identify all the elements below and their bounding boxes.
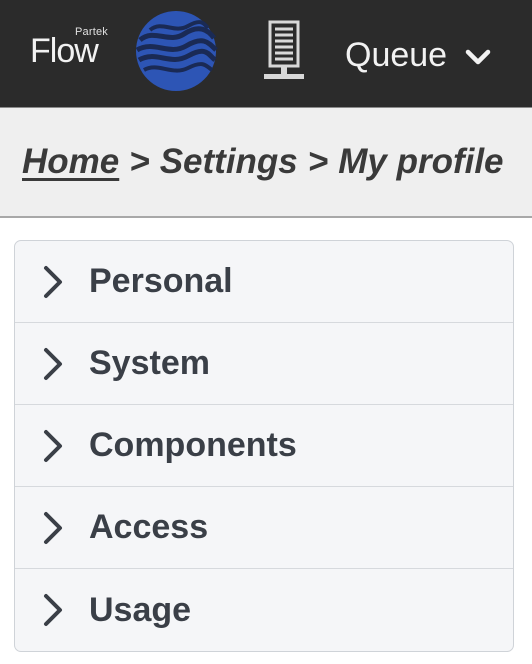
queue-dropdown[interactable]: Queue xyxy=(345,30,491,80)
chevron-right-icon xyxy=(41,510,65,546)
chevron-down-icon xyxy=(465,49,491,65)
accordion-item-components[interactable]: Components xyxy=(15,405,513,487)
chevron-right-icon xyxy=(41,428,65,464)
chevron-right-icon xyxy=(41,346,65,382)
chevron-right-icon xyxy=(41,264,65,300)
top-navbar: Partek Flow Queue xyxy=(0,0,532,108)
globe-logo-icon xyxy=(135,11,218,91)
breadcrumb-separator: > xyxy=(307,142,329,181)
accordion-item-label: Personal xyxy=(89,262,233,300)
partek-flow-logo[interactable]: Partek Flow xyxy=(30,10,220,92)
server-icon[interactable] xyxy=(262,20,306,82)
profile-settings-accordion: Personal System Components Access Usage xyxy=(14,240,514,652)
breadcrumb: Home > Settings > My profile xyxy=(22,142,504,182)
breadcrumb-bar: Home > Settings > My profile xyxy=(0,108,532,218)
accordion-item-label: Components xyxy=(89,426,297,464)
breadcrumb-current: My profile xyxy=(338,142,504,181)
chevron-right-icon xyxy=(41,592,65,628)
accordion-item-usage[interactable]: Usage xyxy=(15,569,513,651)
queue-label: Queue xyxy=(345,35,448,74)
breadcrumb-home-link[interactable]: Home xyxy=(22,142,119,181)
accordion-item-personal[interactable]: Personal xyxy=(15,241,513,323)
logo-flow-text: Flow xyxy=(30,32,99,70)
accordion-item-label: Access xyxy=(89,508,209,546)
accordion-item-access[interactable]: Access xyxy=(15,487,513,569)
breadcrumb-settings: Settings xyxy=(159,142,298,181)
accordion-item-label: System xyxy=(89,344,210,382)
accordion-item-system[interactable]: System xyxy=(15,323,513,405)
breadcrumb-separator: > xyxy=(129,142,150,181)
accordion-item-label: Usage xyxy=(89,590,192,629)
